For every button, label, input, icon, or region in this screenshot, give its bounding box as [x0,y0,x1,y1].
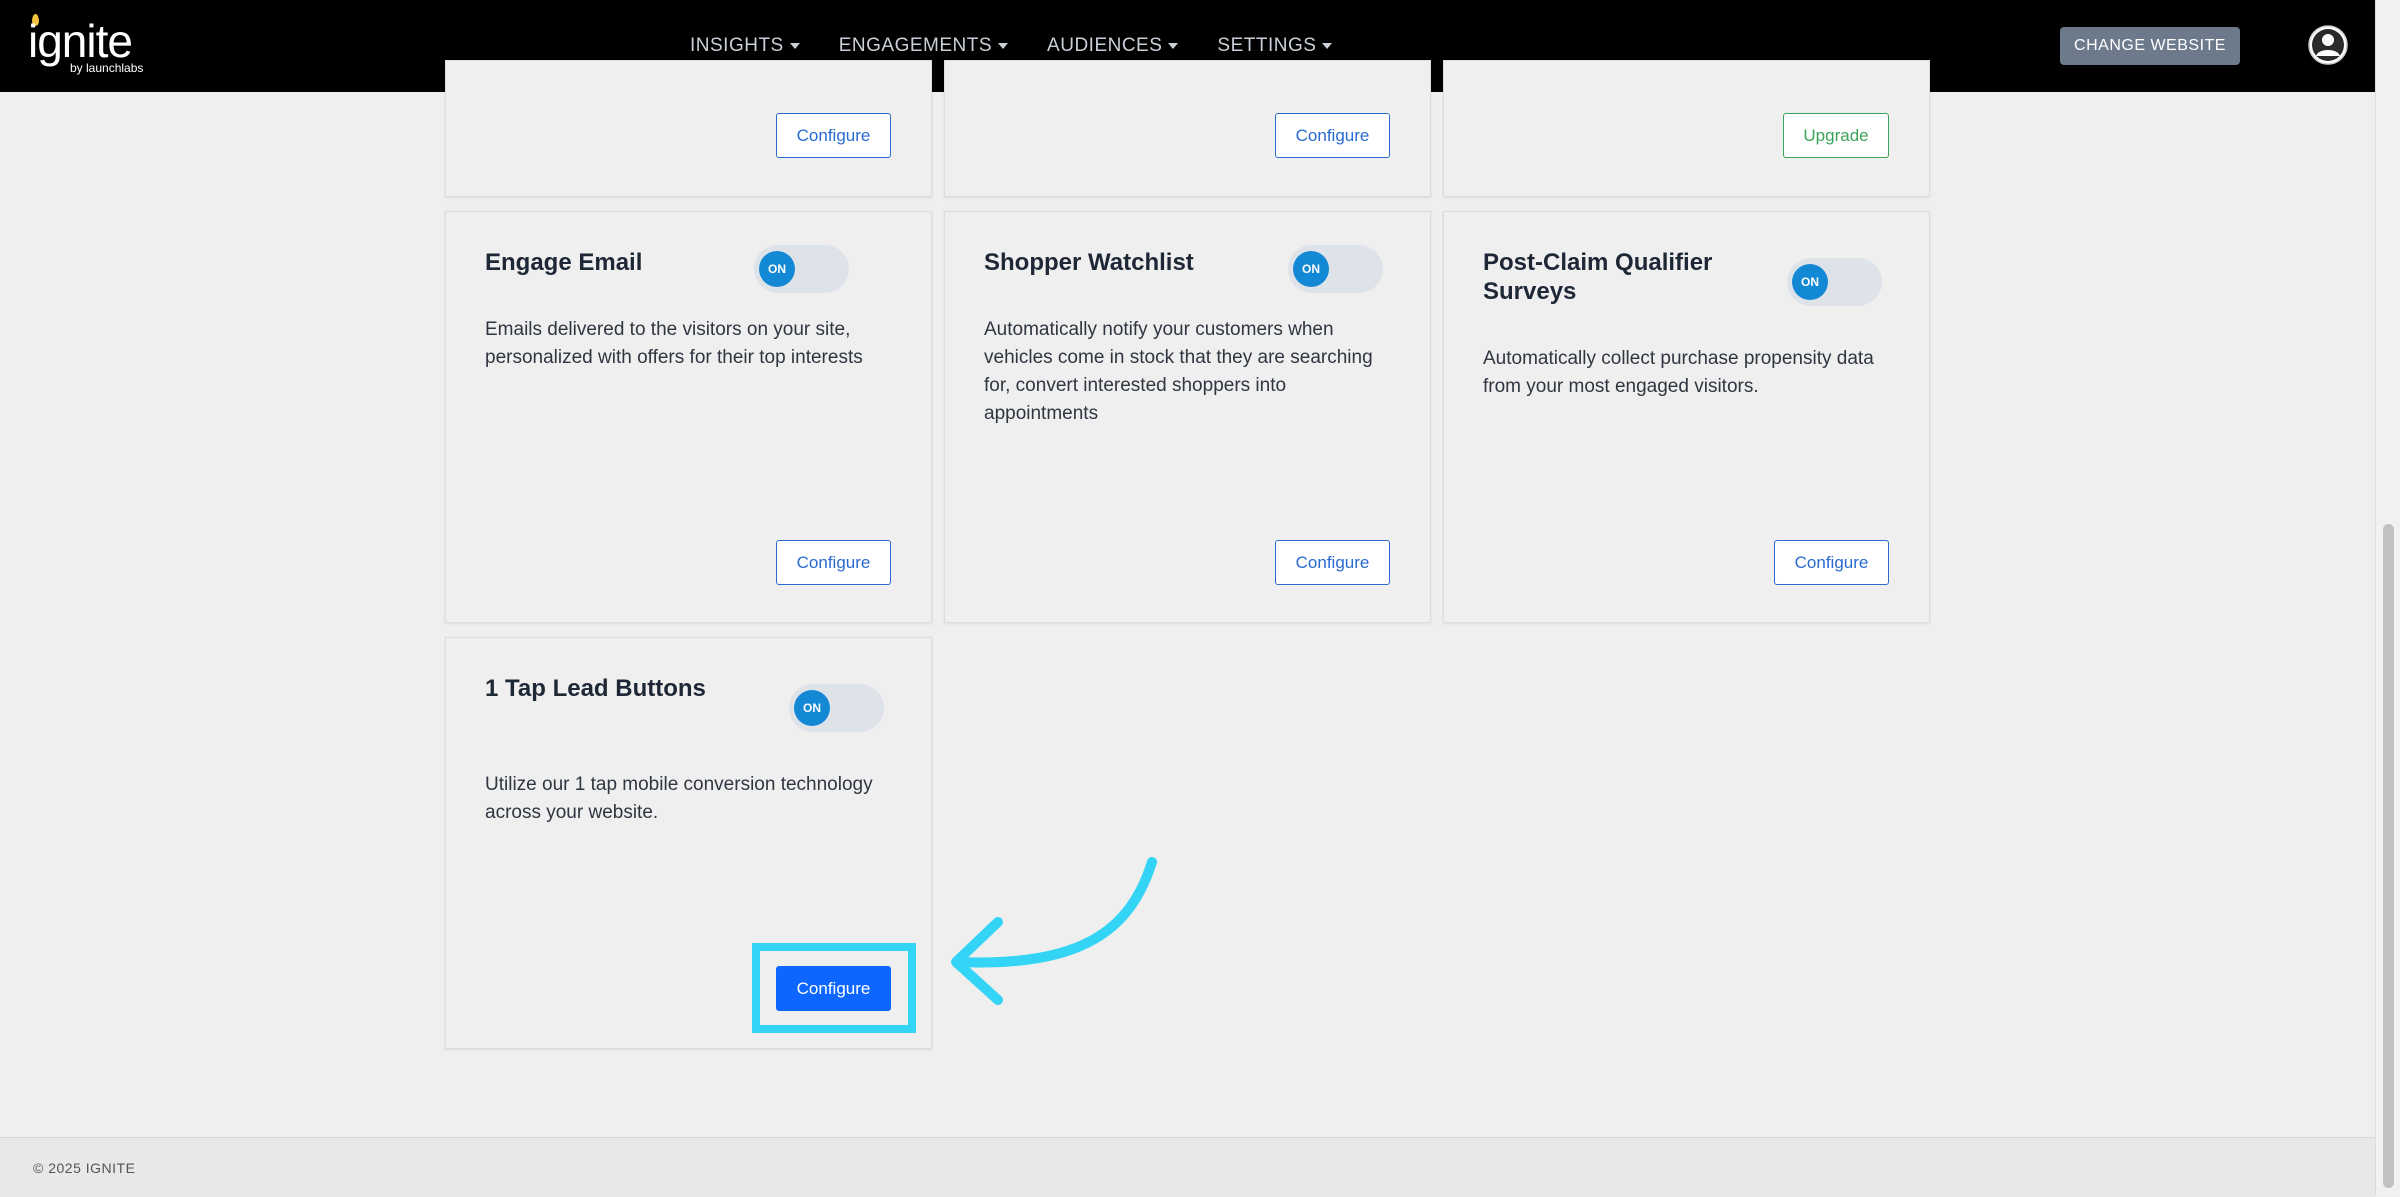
card-description: Automatically collect purchase propensit… [1483,348,1874,397]
card-title: Post-Claim Qualifier Surveys [1483,249,1713,305]
card-description: Utilize our 1 tap mobile conversion tech… [485,774,873,823]
nav-settings-label: SETTINGS [1217,35,1317,56]
user-avatar-icon[interactable] [2308,25,2348,65]
feature-card-top-1: Configure [445,60,932,197]
ignite-logo[interactable]: ignite by launchlabs [28,14,158,78]
logo-subtext: by launchlabs [70,61,144,75]
toggle-on-label: ON [1293,251,1329,287]
feature-card-post-claim-surveys: Post-Claim Qualifier Surveys ON Automati… [1443,211,1930,623]
feature-card-top-3: Upgrade [1443,60,1930,197]
nav-engagements-label: ENGAGEMENTS [838,35,993,56]
nav-audiences[interactable]: AUDIENCES [1047,35,1179,57]
configure-button[interactable]: Configure [776,540,891,585]
caret-down-icon [1322,43,1333,49]
feature-toggle[interactable]: ON [754,245,849,293]
feature-card-top-2: Configure [944,60,1431,197]
copyright-text: © 2025 IGNITE [33,1160,136,1176]
caret-down-icon [1168,43,1179,49]
configure-button[interactable]: Configure [776,113,891,158]
scrollbar-thumb[interactable] [2383,524,2394,1188]
logo-text: ignite [28,15,133,67]
card-title: 1 Tap Lead Buttons [485,675,706,702]
feature-card-shopper-watchlist: Shopper Watchlist ON Automatically notif… [944,211,1431,623]
configure-button[interactable]: Configure [1774,540,1889,585]
card-title: Shopper Watchlist [984,249,1194,276]
configure-button[interactable]: Configure [1275,113,1390,158]
vertical-scrollbar[interactable] [2375,0,2400,1196]
caret-down-icon [789,43,800,49]
page-footer: © 2025 IGNITE [0,1137,2375,1197]
configure-button[interactable]: Configure [1275,540,1390,585]
caret-down-icon [998,43,1009,49]
change-website-button[interactable]: CHANGE WEBSITE [2060,27,2240,65]
highlight-box [752,943,916,1033]
nav-insights-label: INSIGHTS [690,35,784,56]
upgrade-button[interactable]: Upgrade [1783,113,1889,158]
feature-toggle[interactable]: ON [1288,245,1383,293]
toggle-on-label: ON [759,251,795,287]
feature-toggle[interactable]: ON [1787,258,1882,306]
toggle-on-label: ON [794,690,830,726]
feature-card-engage-email: Engage Email ON Emails delivered to the … [445,211,932,623]
toggle-on-label: ON [1792,264,1828,300]
card-description: Emails delivered to the visitors on your… [485,319,863,368]
nav-settings[interactable]: SETTINGS [1217,35,1333,57]
nav-insights[interactable]: INSIGHTS [690,35,800,57]
nav-engagements[interactable]: ENGAGEMENTS [838,35,1009,57]
card-title: Engage Email [485,249,643,276]
nav-audiences-label: AUDIENCES [1047,35,1163,56]
feature-toggle[interactable]: ON [789,684,884,732]
pointer-arrow-icon [951,857,1157,1005]
card-description: Automatically notify your customers when… [984,319,1373,424]
